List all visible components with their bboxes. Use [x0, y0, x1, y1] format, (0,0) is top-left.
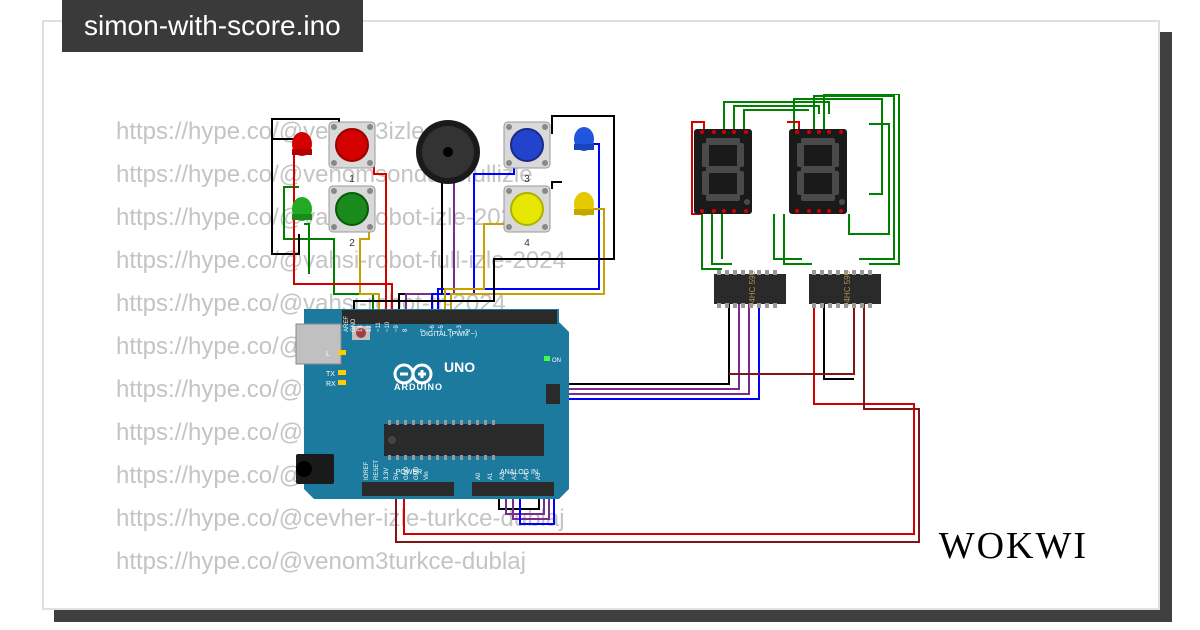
svg-text:1: 1	[349, 174, 355, 185]
svg-text:ARDUINO: ARDUINO	[394, 382, 443, 392]
svg-text:~10: ~10	[385, 321, 391, 332]
svg-text:IOREF: IOREF	[364, 461, 370, 480]
led-yellow	[574, 192, 594, 216]
led-red	[292, 132, 312, 156]
svg-text:TX: TX	[326, 371, 335, 378]
shift-register-2: 74HC 595	[809, 270, 881, 308]
svg-text:A5: A5	[536, 472, 542, 480]
led-green	[292, 197, 312, 221]
svg-text:A3: A3	[512, 472, 518, 480]
svg-text:A2: A2	[500, 472, 506, 480]
svg-text:RX: RX	[326, 381, 336, 388]
svg-text:2: 2	[349, 238, 355, 249]
seven-segment-1	[694, 129, 752, 214]
svg-text:GND: GND	[414, 466, 420, 480]
svg-text:4: 4	[524, 238, 530, 249]
svg-text:L: L	[326, 351, 330, 358]
svg-text:~6: ~6	[430, 324, 436, 332]
card-frame: https://hype.co/@venom3izle https://hype…	[42, 20, 1160, 610]
buzzer	[416, 120, 480, 184]
svg-text:GND: GND	[404, 466, 410, 480]
svg-text:A0: A0	[476, 472, 482, 480]
svg-text:13: 13	[358, 325, 364, 332]
svg-text:5V: 5V	[394, 473, 400, 480]
svg-text:UNO: UNO	[444, 359, 475, 375]
wokwi-logo: WOKWI	[939, 524, 1088, 568]
button-red[interactable]: 1	[329, 122, 375, 185]
arduino-uno-board: UNO ARDUINO DIGITAL (PWM ~) ANALOG IN PO…	[296, 309, 569, 499]
file-tab[interactable]: simon-with-score.ino	[62, 0, 363, 52]
svg-text:~3: ~3	[457, 324, 463, 332]
svg-text:~11: ~11	[376, 322, 382, 332]
svg-text:12: 12	[367, 325, 373, 332]
svg-text:~9: ~9	[394, 324, 400, 332]
seven-segment-2	[789, 129, 847, 214]
svg-text:~5: ~5	[439, 324, 445, 332]
svg-text:GND: GND	[351, 318, 357, 332]
circuit-diagram: 1 2 3	[254, 94, 1014, 584]
svg-text:3: 3	[524, 174, 530, 185]
svg-text:Vin: Vin	[424, 471, 430, 480]
button-blue[interactable]: 3	[504, 122, 550, 185]
button-yellow[interactable]: 4	[504, 186, 550, 249]
svg-text:A1: A1	[488, 472, 494, 480]
svg-text:RESET: RESET	[374, 460, 380, 480]
shift-register-1: 74HC 595	[714, 270, 786, 308]
svg-text:A4: A4	[524, 472, 530, 480]
svg-text:74HC 595: 74HC 595	[843, 270, 852, 307]
svg-text:74HC 595: 74HC 595	[748, 270, 757, 307]
led-blue	[574, 127, 594, 151]
svg-text:AREF: AREF	[344, 316, 350, 332]
svg-text:3.3V: 3.3V	[384, 468, 390, 480]
svg-text:ON: ON	[552, 358, 561, 364]
